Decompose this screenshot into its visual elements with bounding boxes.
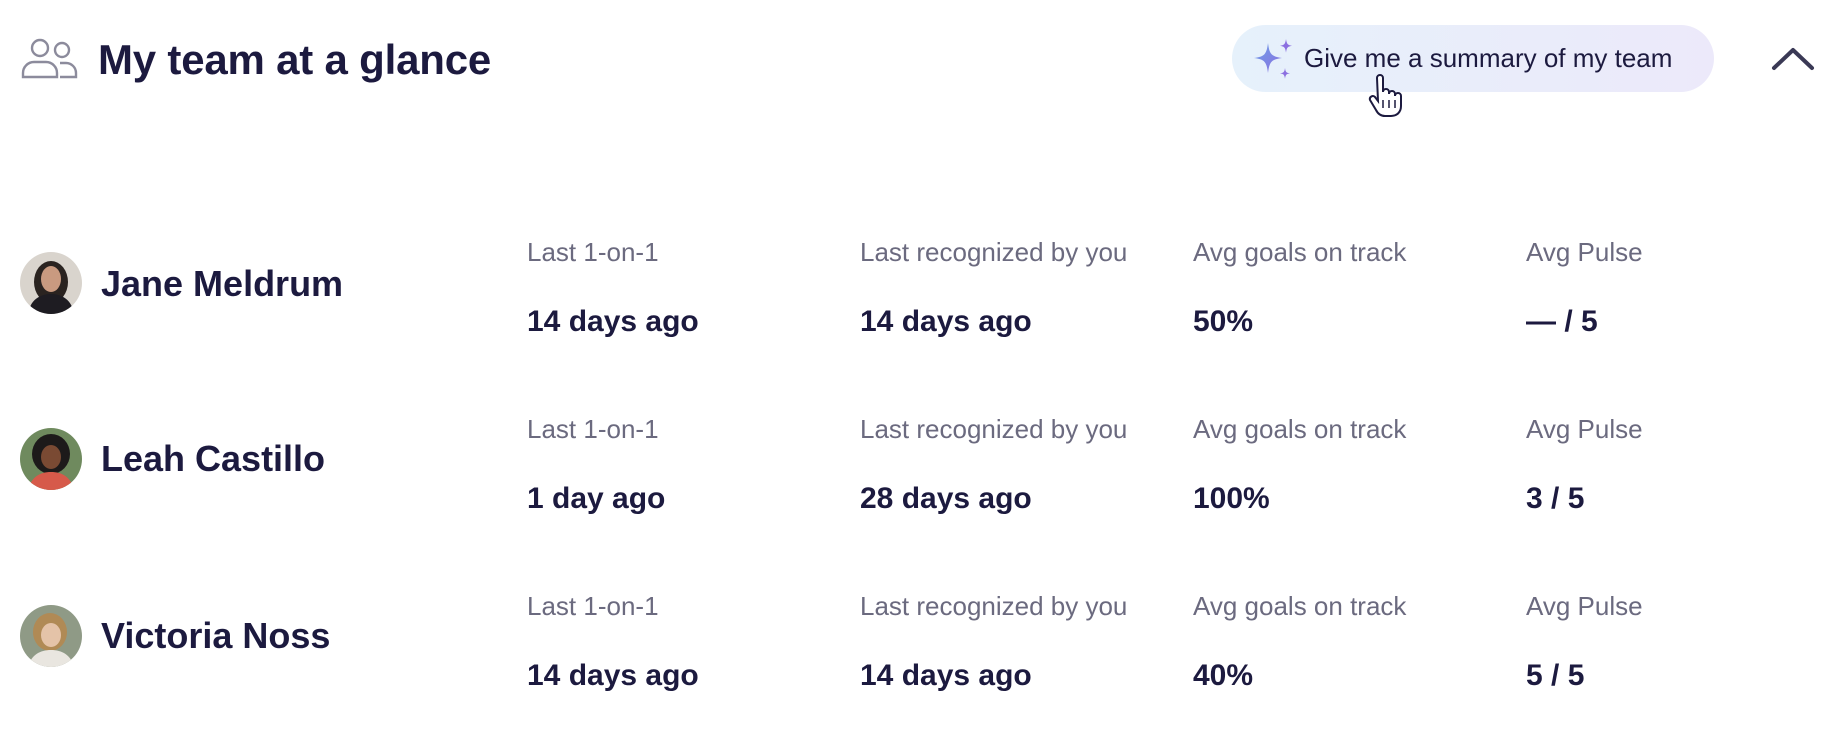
stat-label: Avg goals on track — [1193, 414, 1407, 444]
stat-value: 1 day ago — [527, 482, 666, 515]
avatar — [20, 605, 82, 667]
sparkle-icon — [1254, 39, 1292, 79]
team-member-row: Victoria Noss Last 1-on-1 14 days ago La… — [0, 574, 1840, 714]
team-member-row: Leah Castillo Last 1-on-1 1 day ago Last… — [0, 397, 1840, 537]
hand-pointer-icon — [1368, 74, 1402, 117]
stat-value: 28 days ago — [860, 482, 1032, 515]
stat-label: Last recognized by you — [860, 414, 1128, 444]
stat-value: 14 days ago — [860, 305, 1032, 338]
team-member-row: Jane Meldrum Last 1-on-1 14 days ago Las… — [0, 220, 1840, 360]
stat-value: 5 / 5 — [1526, 659, 1585, 692]
stat-label: Avg goals on track — [1193, 591, 1407, 621]
stat-label: Last 1-on-1 — [527, 237, 659, 267]
team-member-name[interactable]: Jane Meldrum — [101, 262, 343, 306]
avatar — [20, 428, 82, 490]
page-title: My team at a glance — [98, 36, 492, 83]
team-member-name[interactable]: Victoria Noss — [101, 614, 330, 658]
stat-label: Last 1-on-1 — [527, 591, 659, 621]
summarize-team-label: Give me a summary of my team — [1304, 43, 1673, 73]
stat-value: 50% — [1193, 305, 1254, 338]
stat-label: Avg Pulse — [1526, 591, 1643, 621]
stat-value: 100% — [1193, 482, 1270, 515]
stat-label: Last recognized by you — [860, 591, 1128, 621]
people-icon — [21, 38, 78, 79]
stat-label: Avg goals on track — [1193, 237, 1407, 267]
team-glance-header: My team at a glance Give me a summary of… — [0, 0, 1840, 120]
avatar — [20, 252, 82, 314]
stat-value: — / 5 — [1526, 305, 1598, 338]
stat-label: Avg Pulse — [1526, 237, 1643, 267]
stat-label: Avg Pulse — [1526, 414, 1643, 444]
stat-label: Last recognized by you — [860, 237, 1128, 267]
stat-value: 14 days ago — [860, 659, 1032, 692]
team-member-name[interactable]: Leah Castillo — [101, 437, 325, 481]
chevron-up-icon[interactable] — [1768, 38, 1818, 78]
summarize-team-button[interactable]: Give me a summary of my team — [1232, 25, 1714, 92]
stat-value: 40% — [1193, 659, 1254, 692]
stat-value: 3 / 5 — [1526, 482, 1585, 515]
stat-value: 14 days ago — [527, 305, 699, 338]
stat-value: 14 days ago — [527, 659, 699, 692]
stat-label: Last 1-on-1 — [527, 414, 659, 444]
